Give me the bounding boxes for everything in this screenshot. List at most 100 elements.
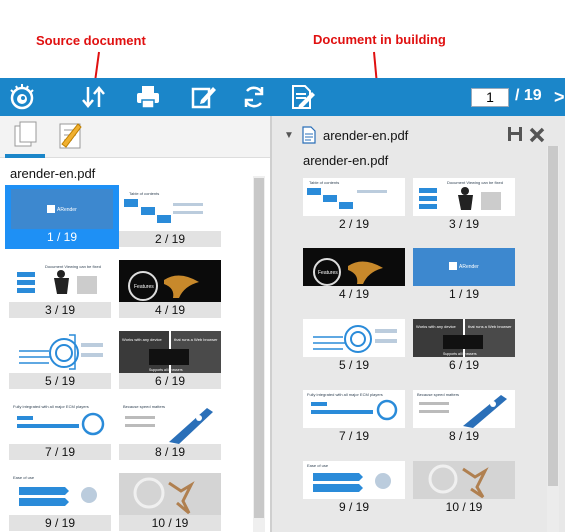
page-label: 10 / 19: [119, 515, 221, 531]
source-page-thumbnail[interactable]: Fully integrated with all major ECM play…: [9, 402, 111, 460]
svg-text:that runs a Web browser: that runs a Web browser: [174, 337, 218, 342]
svg-text:Ease of use: Ease of use: [307, 463, 329, 468]
building-page-thumbnail[interactable]: 5 / 19: [303, 319, 405, 373]
svg-text:Features: Features: [134, 284, 154, 290]
page-label: 5 / 19: [338, 358, 370, 372]
source-page-thumbnail[interactable]: Because speed matters 8 / 19: [119, 402, 221, 460]
svg-text:Because speed matters: Because speed matters: [123, 404, 165, 409]
page-preview: Features: [303, 248, 405, 286]
close-icon[interactable]: [528, 126, 546, 144]
page-preview: Features: [119, 260, 221, 302]
sort-arrows-icon[interactable]: [80, 83, 108, 111]
page-label: 5 / 19: [9, 373, 111, 389]
pages-tab-icon[interactable]: [5, 116, 45, 158]
source-page-thumbnail[interactable]: Features 4 / 19: [119, 260, 221, 318]
page-label: 9 / 19: [9, 515, 111, 531]
building-document-name: arender-en.pdf: [303, 153, 389, 168]
page-label: 8 / 19: [119, 444, 221, 460]
svg-text:ARender: ARender: [459, 264, 479, 270]
page-preview: ARender: [11, 189, 113, 229]
page-label: 3 / 19: [9, 302, 111, 318]
page-preview: Fully integrated with all major ECM play…: [9, 402, 111, 444]
svg-text:Features: Features: [318, 270, 338, 276]
page-preview: [413, 461, 515, 499]
source-page-thumbnail[interactable]: Table of contents 2 / 19: [119, 189, 221, 247]
building-page-thumbnail[interactable]: Table of contents 2 / 19: [303, 178, 405, 232]
svg-text:Document Viewing can be fixed: Document Viewing can be fixed: [45, 264, 101, 269]
page-label: 10 / 19: [445, 500, 483, 514]
page-label: 7 / 19: [338, 429, 370, 443]
save-icon[interactable]: [507, 126, 523, 142]
svg-text:Fully integrated with all majo: Fully integrated with all major ECM play…: [307, 392, 383, 397]
page-preview: ARender: [413, 248, 515, 286]
arender-slide-text: ARender: [57, 207, 77, 213]
svg-text:Table of contents: Table of contents: [129, 191, 159, 196]
print-icon[interactable]: [134, 83, 162, 111]
eye-logo-icon[interactable]: [8, 83, 36, 111]
page-preview: [303, 319, 405, 357]
building-document-title: arender-en.pdf: [323, 128, 409, 143]
page-preview: [119, 473, 221, 515]
page-label: 6 / 19: [119, 373, 221, 389]
building-document-header: ▼ arender-en.pdf: [284, 126, 554, 146]
next-page-chevron-icon[interactable]: >: [554, 87, 565, 108]
building-page-thumbnail[interactable]: ARender 1 / 19: [413, 248, 515, 302]
page-preview: Fully integrated with all major ECM play…: [303, 390, 405, 428]
page-label: 4 / 19: [119, 302, 221, 318]
page-number-input[interactable]: 1: [471, 88, 509, 107]
toolbar: 1 / 19 >: [0, 78, 565, 116]
page-preview: Table of contents: [303, 178, 405, 216]
page-preview: [9, 331, 111, 373]
building-scrollbar-thumb[interactable]: [548, 146, 558, 486]
document-edit-icon[interactable]: [288, 83, 316, 111]
page-preview: Works with any device that runs a Web br…: [119, 331, 221, 373]
svg-text:Table of contents: Table of contents: [309, 180, 339, 185]
source-page-thumbnail[interactable]: ARender 1 / 19: [5, 185, 119, 249]
source-page-thumbnail[interactable]: 5 / 19: [9, 331, 111, 389]
svg-text:Supports all browsers: Supports all browsers: [443, 352, 477, 356]
active-tab-indicator: [5, 154, 45, 158]
page-preview: Ease of use: [303, 461, 405, 499]
building-page-thumbnail[interactable]: 10 / 19: [413, 461, 515, 515]
building-page-thumbnail[interactable]: Works with any device that runs a Web br…: [413, 319, 515, 373]
page-label: 3 / 19: [448, 217, 480, 231]
source-scrollbar[interactable]: [253, 176, 265, 532]
svg-text:Document Viewing can be fixed: Document Viewing can be fixed: [447, 180, 503, 185]
refresh-icon[interactable]: [240, 83, 268, 111]
page-total-label: / 19: [515, 87, 542, 104]
page-preview: Ease of use: [9, 473, 111, 515]
collapse-triangle-icon[interactable]: ▼: [284, 130, 294, 141]
source-page-thumbnail[interactable]: Works with any device that runs a Web br…: [119, 331, 221, 389]
page-label: 1 / 19: [5, 229, 119, 245]
page-preview: Table of contents: [119, 189, 221, 231]
building-page-thumbnail[interactable]: Ease of use 9 / 19: [303, 461, 405, 515]
source-page-thumbnail[interactable]: Ease of use 9 / 19: [9, 473, 111, 531]
building-page-thumbnail[interactable]: Fully integrated with all major ECM play…: [303, 390, 405, 444]
building-page-thumbnail[interactable]: Features 4 / 19: [303, 248, 405, 302]
page-label: 8 / 19: [448, 429, 480, 443]
building-page-thumbnail[interactable]: Document Viewing can be fixed 3 / 19: [413, 178, 515, 232]
edit-icon[interactable]: [189, 83, 217, 111]
page-label: 9 / 19: [338, 500, 370, 514]
source-scrollbar-thumb[interactable]: [254, 178, 264, 518]
source-page-thumbnail[interactable]: Document Viewing can be fixed 3 / 19: [9, 260, 111, 318]
svg-text:Supports all browsers: Supports all browsers: [149, 368, 183, 372]
svg-text:that runs a Web browser: that runs a Web browser: [468, 324, 512, 329]
building-page-thumbnail[interactable]: Because speed matters 8 / 19: [413, 390, 515, 444]
left-panel-tabs: [0, 116, 272, 158]
building-scrollbar[interactable]: [547, 146, 559, 532]
annotations-tab-icon[interactable]: [50, 116, 90, 158]
page-preview: Works with any device that runs a Web br…: [413, 319, 515, 357]
svg-text:Fully integrated with all majo: Fully integrated with all major ECM play…: [13, 404, 89, 409]
page-label: 1 / 19: [448, 287, 480, 301]
page-label: 6 / 19: [448, 358, 480, 372]
svg-text:Because speed matters: Because speed matters: [417, 392, 459, 397]
source-page-thumbnail[interactable]: 10 / 19: [119, 473, 221, 531]
app-root: Source document Document in building 1 /…: [0, 0, 565, 532]
page-label: 2 / 19: [338, 217, 370, 231]
page-label: 7 / 19: [9, 444, 111, 460]
page-label: 2 / 19: [119, 231, 221, 247]
page-preview: Document Viewing can be fixed: [9, 260, 111, 302]
document-icon: [302, 126, 316, 144]
page-preview: Document Viewing can be fixed: [413, 178, 515, 216]
